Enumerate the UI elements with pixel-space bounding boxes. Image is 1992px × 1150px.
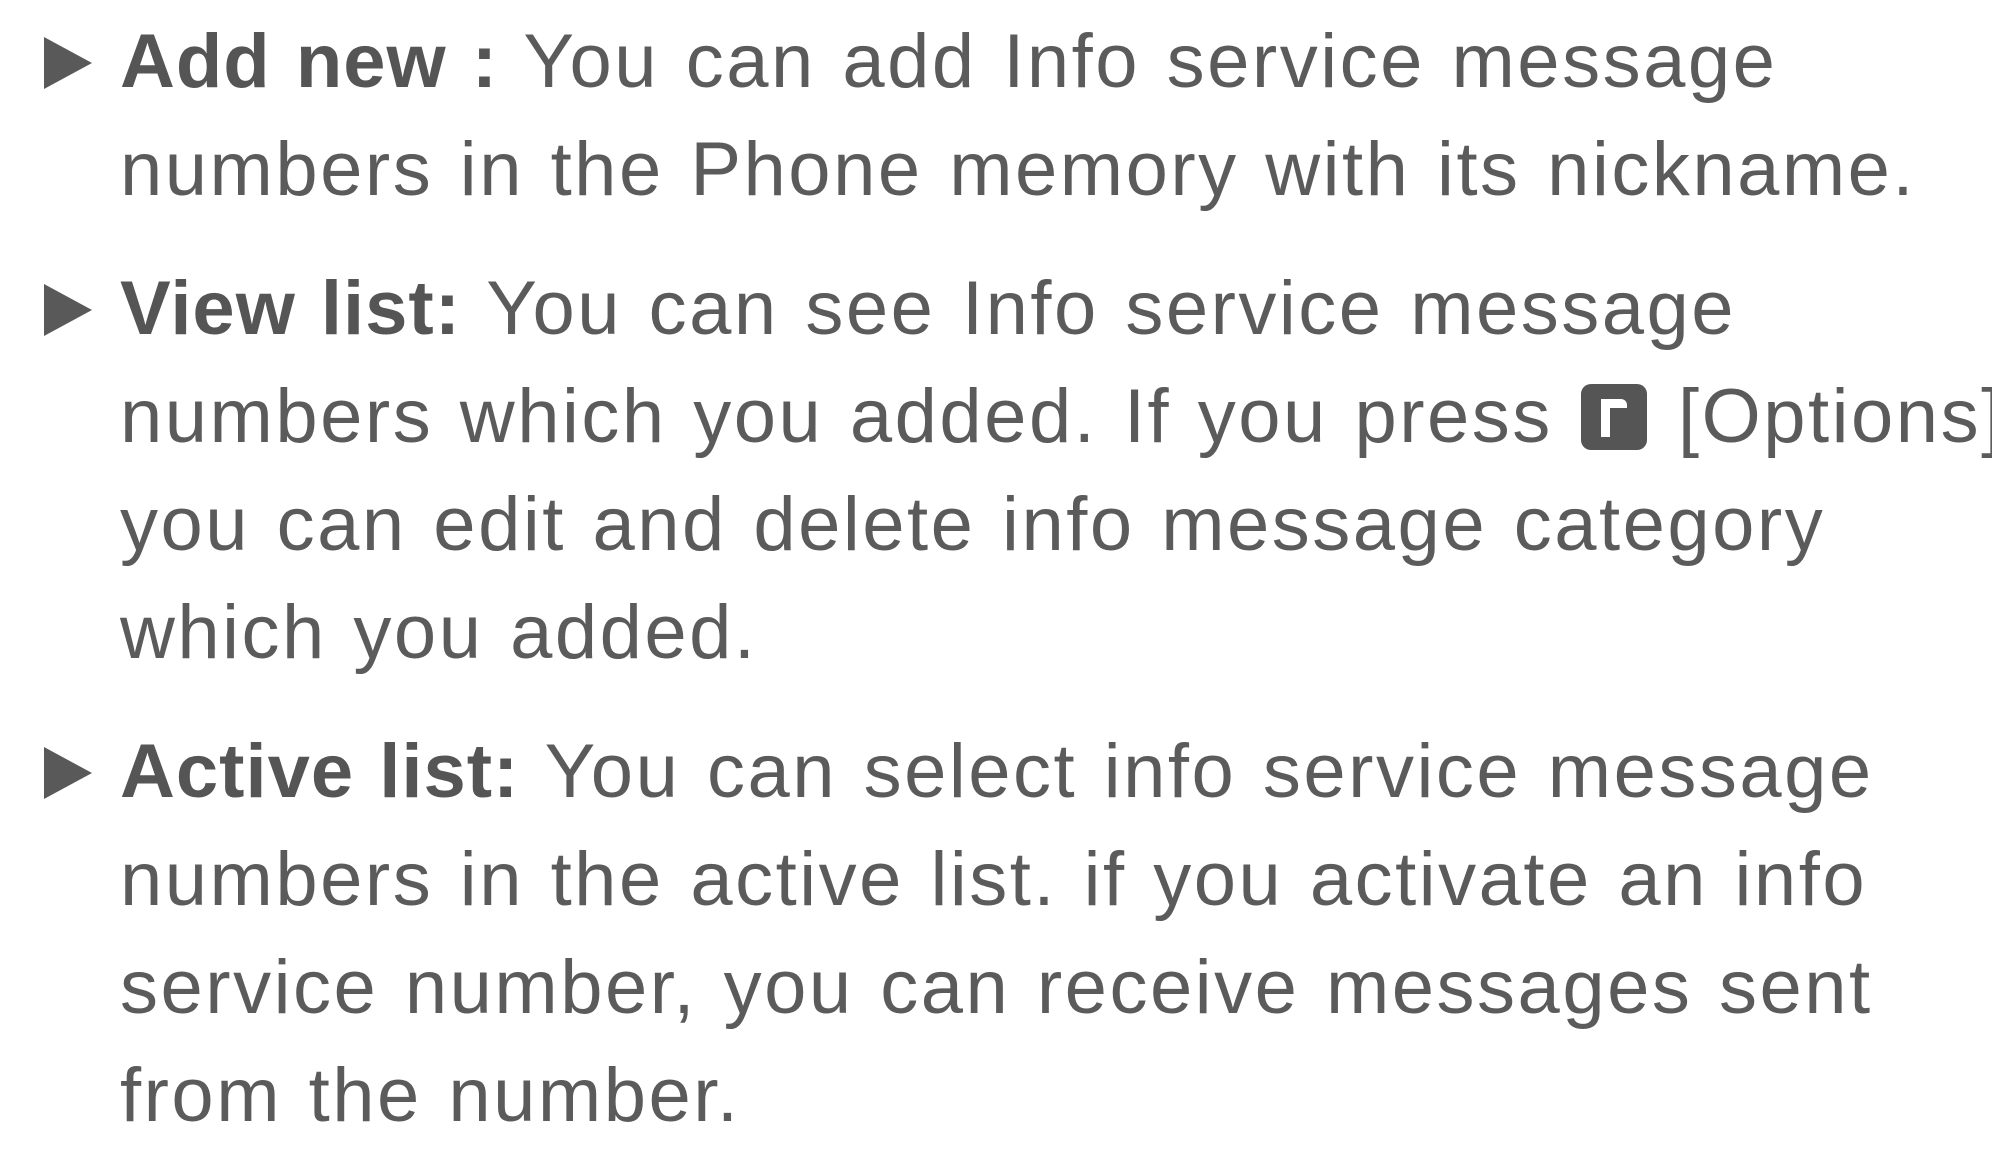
item-text: View list: You can see Info service mess… [120, 255, 1992, 687]
item-line: which you added. [120, 590, 758, 675]
item-line: Add new : You can add Info service messa… [120, 8, 1980, 116]
item-text: Add new : You can add Info service messa… [120, 8, 1980, 224]
term-view-list: View list: [120, 266, 462, 351]
item-text: Active list: You can select info service… [120, 718, 1980, 1150]
triangle-bullet-icon [44, 37, 92, 89]
triangle-bullet-icon [44, 284, 92, 336]
item-line: View list: You can see Info service mess… [120, 255, 1980, 363]
item-text-segment: You can see Info service message [486, 266, 1737, 351]
term-add-new: Add new : [120, 19, 499, 104]
item-line: numbers in the active list. if you activ… [120, 837, 1868, 922]
item-line: numbers in the Phone memory with its nic… [120, 127, 1917, 212]
item-line: from the number. [120, 1053, 741, 1138]
term-active-list: Active list: [120, 729, 520, 814]
item-line: service number, you can receive messages… [120, 945, 1873, 1030]
item-line: numbers which you added. If you press [O… [120, 363, 1992, 471]
document-page: Add new : You can add Info service messa… [0, 0, 1992, 1138]
item-text-segment: You can select info service message [544, 729, 1874, 814]
item-text-segment: numbers which you added. If you press [120, 374, 1553, 459]
triangle-bullet-icon [44, 747, 92, 799]
soft-key-icon [1581, 384, 1648, 450]
item-text-segment: You can add Info service message [523, 19, 1778, 104]
item-line: Active list: You can select info service… [120, 718, 1980, 826]
item-line: you can edit and delete info message cat… [120, 482, 1826, 567]
options-label: [Options], [1678, 374, 1992, 459]
